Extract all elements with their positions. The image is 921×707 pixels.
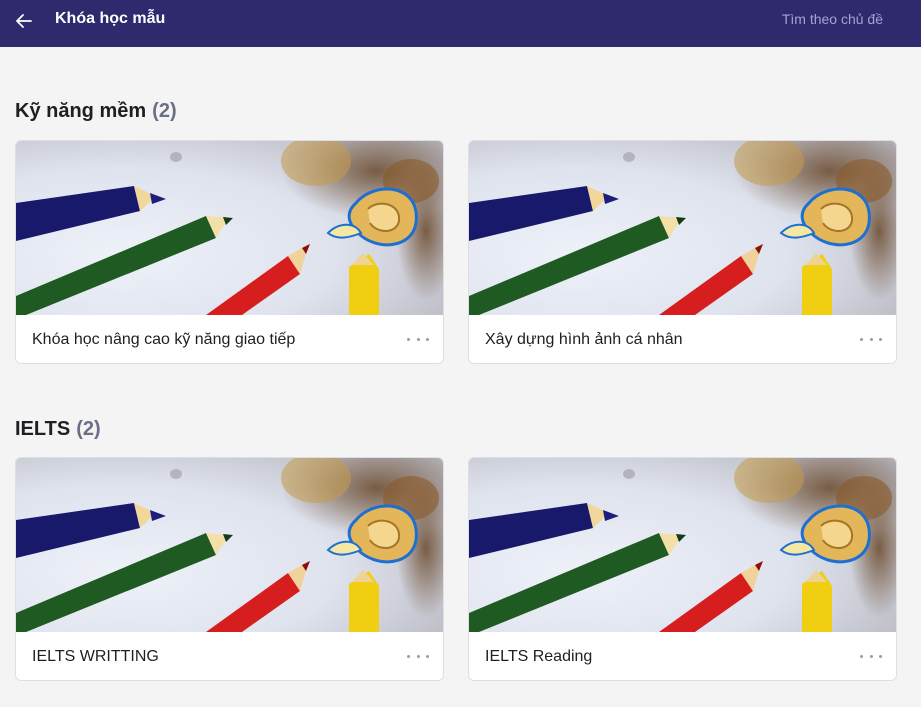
section-title-label: Kỹ năng mềm [15,100,147,122]
section-title-soft-skills: Kỹ năng mềm (2) [15,100,177,123]
section-title-ielts: IELTS (2) [15,418,101,441]
more-options-icon[interactable] [860,329,882,349]
section-count: (2) [152,100,177,122]
more-options-icon[interactable] [407,646,429,666]
course-card[interactable]: Xây dựng hình ảnh cá nhân [468,140,897,364]
course-title: IELTS Reading [485,648,593,665]
section-count: (2) [76,418,101,440]
section-title-label: IELTS [15,418,71,440]
course-thumbnail [16,141,443,315]
more-options-icon[interactable] [860,646,882,666]
course-title: IELTS WRITTING [32,648,159,665]
page-title: Khóa học mẫu [55,10,166,27]
top-bar: Khóa học mẫu Tìm theo chủ đề [0,0,921,47]
course-thumbnail [16,458,443,632]
course-thumbnail [469,141,896,315]
course-title: Xây dựng hình ảnh cá nhân [485,331,683,348]
search-input[interactable]: Tìm theo chủ đề [782,11,883,27]
back-arrow-icon[interactable] [12,9,36,33]
course-card[interactable]: Khóa học nâng cao kỹ năng giao tiếp [15,140,444,364]
more-options-icon[interactable] [407,329,429,349]
course-card[interactable]: IELTS WRITTING [15,457,444,681]
course-title: Khóa học nâng cao kỹ năng giao tiếp [32,331,296,348]
course-card[interactable]: IELTS Reading [468,457,897,681]
course-thumbnail [469,458,896,632]
